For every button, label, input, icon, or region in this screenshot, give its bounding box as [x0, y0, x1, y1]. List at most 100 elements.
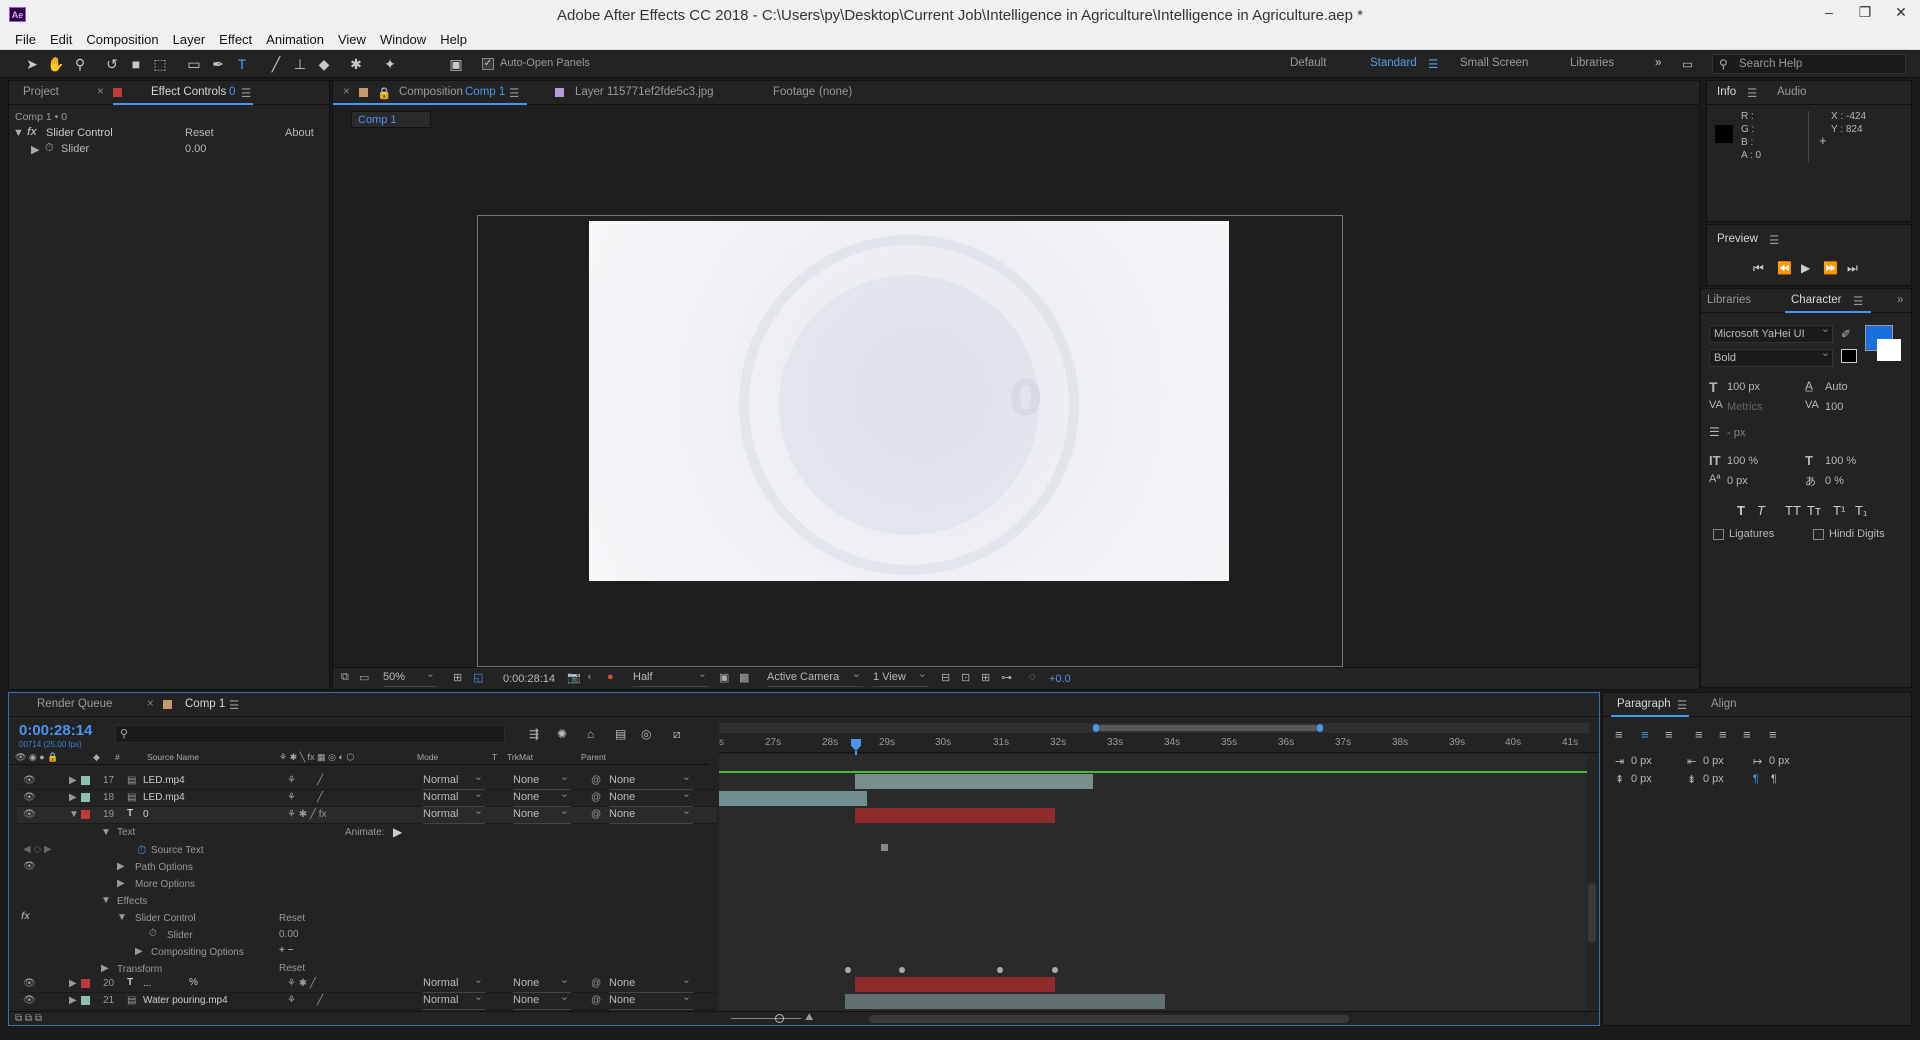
layer-bar-20[interactable]: [855, 977, 1055, 992]
parent-dropdown[interactable]: None: [609, 804, 693, 824]
rtl-direction-icon[interactable]: ¶: [1771, 773, 1777, 785]
motion-blur-icon[interactable]: ◎: [641, 727, 651, 741]
draft-3d-icon[interactable]: ✺: [557, 727, 567, 741]
font-size-value[interactable]: 100 px: [1727, 381, 1760, 393]
twirl-down-icon[interactable]: ▼: [13, 127, 24, 139]
quality-switch-icon[interactable]: ╱: [317, 995, 323, 1006]
layer-name[interactable]: LED.mp4: [143, 775, 185, 786]
menu-composition[interactable]: Composition: [79, 30, 165, 47]
region-of-interest-icon[interactable]: ▣: [719, 671, 729, 684]
fast-previews-icon[interactable]: ⊡: [961, 671, 970, 684]
panel-menu-icon[interactable]: ☰: [241, 86, 251, 100]
hand-tool-icon[interactable]: ✋: [46, 54, 66, 74]
shy-switch-icon[interactable]: ⚘ ✱ ╱: [287, 978, 316, 989]
pickwhip-icon[interactable]: @: [591, 809, 601, 820]
tab-libraries[interactable]: Libraries: [1707, 294, 1751, 306]
ligatures-checkbox[interactable]: [1713, 529, 1724, 540]
stroke-width-value[interactable]: - px: [1727, 427, 1745, 439]
keyframe-dot[interactable]: [899, 967, 905, 973]
workspace-small-screen[interactable]: Small Screen: [1460, 57, 1528, 69]
layer-name[interactable]: Water pouring.mp4: [143, 995, 228, 1006]
zoom-in-icon[interactable]: ⛰: [805, 1012, 813, 1023]
tab-info[interactable]: Info: [1717, 86, 1736, 98]
visibility-eye-icon[interactable]: 👁: [23, 809, 36, 820]
eyedropper-icon[interactable]: ✐: [1841, 327, 1851, 341]
search-help-box[interactable]: ⚲ Search Help: [1712, 54, 1906, 74]
visibility-eye-icon[interactable]: 👁: [23, 775, 36, 786]
workspace-menu-icon[interactable]: ☰: [1428, 57, 1438, 71]
camera-tool-icon[interactable]: ■: [126, 54, 146, 74]
minimize-button[interactable]: –: [1812, 0, 1846, 26]
align-left-icon[interactable]: ≡: [1615, 727, 1623, 742]
work-area-range[interactable]: [1095, 725, 1319, 731]
zoom-slider-handle[interactable]: [775, 1014, 784, 1023]
parent-dropdown[interactable]: None: [609, 770, 693, 790]
keyframe-dot[interactable]: [845, 967, 851, 973]
fx-icon[interactable]: fx: [27, 126, 37, 138]
keyframe-dot[interactable]: [997, 967, 1003, 973]
rotate-tool-icon[interactable]: ↺: [102, 54, 122, 74]
slider-value[interactable]: 0.00: [185, 143, 206, 155]
tab-render-queue[interactable]: Render Queue: [37, 698, 112, 710]
kerning-value[interactable]: Metrics: [1727, 401, 1762, 413]
snapshot-icon[interactable]: 📷: [567, 671, 581, 684]
pen-tool-icon[interactable]: ✒: [208, 54, 228, 74]
previous-frame-icon[interactable]: ⏪: [1777, 261, 1792, 275]
layer-row-21[interactable]: 👁 ▶ 21 ▤ Water pouring.mp4 ⚘ ╱ Normal No…: [17, 990, 717, 1010]
layer-name[interactable]: LED.mp4: [143, 792, 185, 803]
tracking-value[interactable]: 100: [1825, 401, 1843, 413]
menu-layer[interactable]: Layer: [166, 30, 213, 47]
layer-bar-19[interactable]: [855, 808, 1055, 823]
vertical-scrollbar[interactable]: [1587, 755, 1597, 1011]
parent-dropdown[interactable]: None: [609, 787, 693, 807]
panel-menu-icon[interactable]: ☰: [1853, 294, 1863, 308]
work-area-start-handle[interactable]: [1093, 724, 1099, 732]
layer-row-17[interactable]: 👁 ▶ 17 ▤ LED.mp4 ⚘ ╱ Normal None @ None: [17, 770, 717, 790]
tab-layer-label[interactable]: Layer: [575, 86, 604, 98]
layer-label-color[interactable]: [81, 996, 90, 1005]
stopwatch-icon[interactable]: ⏱: [137, 843, 146, 858]
toggle-pixel-aspect-icon[interactable]: ⊟: [941, 671, 950, 684]
tab-paragraph[interactable]: Paragraph: [1617, 698, 1671, 710]
fx-icon[interactable]: fx: [21, 911, 30, 922]
resolution-dropdown[interactable]: Half: [633, 667, 709, 687]
transparency-grid-icon[interactable]: ▩: [739, 671, 749, 684]
next-frame-icon[interactable]: ⏩: [1823, 261, 1838, 275]
auto-open-checkbox[interactable]: ✓: [482, 58, 494, 70]
baseline-shift-value[interactable]: 0 px: [1727, 475, 1748, 487]
blend-mode-dropdown[interactable]: Normal: [423, 990, 485, 1010]
hindi-digits-checkbox[interactable]: [1813, 529, 1824, 540]
tab-comp-1[interactable]: Comp 1: [185, 698, 225, 710]
frame-blending-icon[interactable]: ▤: [615, 727, 626, 741]
trkmat-dropdown[interactable]: None: [513, 990, 571, 1010]
panel-overflow-icon[interactable]: »: [1897, 294, 1903, 306]
timeline-search-input[interactable]: ⚲: [115, 725, 505, 743]
play-icon[interactable]: ▶: [1801, 261, 1810, 275]
panel-menu-icon[interactable]: ☰: [1677, 698, 1687, 712]
puppet-tool-icon[interactable]: ✦: [380, 54, 400, 74]
effect-about-link[interactable]: About: [285, 127, 314, 139]
layer-row-20[interactable]: 👁 ▶ 20 T ... % ⚘ ✱ ╱ Normal None @ None: [17, 973, 717, 993]
rectangle-tool-icon[interactable]: ▭: [184, 54, 204, 74]
layer-bar-21[interactable]: [845, 994, 1165, 1009]
keyframe-nav-icons[interactable]: ◀ ◇ ▶: [23, 844, 52, 855]
justify-center-icon[interactable]: ≡: [1719, 727, 1727, 742]
exposure-value[interactable]: +0.0: [1049, 673, 1071, 685]
work-area-end-handle[interactable]: [1317, 724, 1323, 732]
animate-add-icon[interactable]: ▶: [393, 825, 402, 839]
align-center-icon[interactable]: ≡: [1641, 727, 1649, 742]
layer-row-19[interactable]: 👁 ▼ 19 T 0 ⚘ ✱ ╱ fx Normal None @ None: [17, 804, 717, 824]
faux-bold-icon[interactable]: T: [1737, 503, 1745, 518]
tab-character[interactable]: Character: [1791, 294, 1842, 306]
menu-animation[interactable]: Animation: [259, 30, 331, 47]
justify-all-icon[interactable]: ≡: [1769, 727, 1777, 742]
all-caps-icon[interactable]: TT: [1785, 503, 1801, 518]
twirl-right-icon[interactable]: ▶: [101, 963, 109, 974]
pickwhip-icon[interactable]: @: [591, 978, 601, 989]
tab-layer-name[interactable]: 115771ef2fde5c3.jpg: [607, 86, 714, 98]
leading-value[interactable]: Auto: [1825, 381, 1848, 393]
shy-switch-icon[interactable]: ⚘: [287, 995, 296, 1006]
safe-zones-icon[interactable]: ⊞: [453, 671, 462, 684]
layer-bar-17[interactable]: [855, 774, 1093, 789]
shy-switch-icon[interactable]: ⚘: [287, 775, 296, 786]
